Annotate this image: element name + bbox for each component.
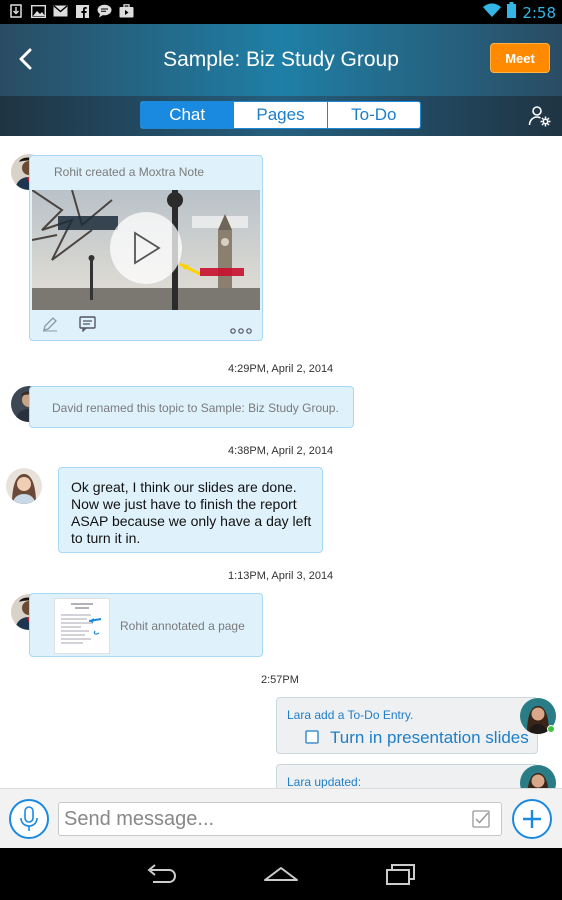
message-text: Ok great, I think our slides are done. N… xyxy=(71,479,312,546)
message-composer: Send message... xyxy=(0,788,562,848)
download-icon xyxy=(8,3,24,19)
app-header: Sample: Biz Study Group Meet xyxy=(0,24,562,96)
play-button[interactable] xyxy=(110,212,182,284)
todo-item-text: Turn in presentation slides xyxy=(330,728,529,747)
page-title: Sample: Biz Study Group xyxy=(163,48,399,71)
update-card[interactable]: Lara updated: xyxy=(276,764,538,788)
plus-icon xyxy=(523,810,541,828)
nav-back-icon xyxy=(147,864,177,883)
chat-icon xyxy=(96,3,112,19)
note-card-text: Rohit created a Moxtra Note xyxy=(54,165,205,179)
nav-recents-icon xyxy=(386,864,415,885)
todo-checkbox[interactable] xyxy=(305,730,319,749)
avatar-lara-photo[interactable] xyxy=(520,765,556,788)
nav-back-button[interactable] xyxy=(143,862,179,886)
message-input-placeholder: Send message... xyxy=(64,807,215,830)
todo-check-icon[interactable] xyxy=(471,809,491,835)
gmail-icon xyxy=(52,3,68,19)
comment-icon[interactable] xyxy=(79,316,96,337)
members-settings-button[interactable] xyxy=(528,104,552,128)
todo-card-header: Lara add a To-Do Entry. xyxy=(287,708,414,722)
status-bar: 2:58 xyxy=(0,0,562,24)
nav-home-button[interactable] xyxy=(263,862,299,886)
chat-feed[interactable]: Rohit created a Moxtra Note 4:29PM, Apri… xyxy=(0,136,562,788)
annotation-text: Rohit annotated a page xyxy=(120,619,245,633)
timestamp: 4:38PM, April 2, 2014 xyxy=(228,445,334,457)
annotation-card[interactable]: Rohit annotated a page xyxy=(29,593,263,657)
update-card-header: Lara updated: xyxy=(287,775,362,788)
tab-todo[interactable]: To-Do xyxy=(328,102,420,128)
notification-icons xyxy=(8,3,134,19)
rename-notice-text: David renamed this topic to Sample: Biz … xyxy=(52,401,339,415)
battery-icon xyxy=(507,2,517,23)
user-gear-icon xyxy=(528,106,551,127)
timestamp: 4:29PM, April 2, 2014 xyxy=(228,363,334,375)
todo-card[interactable]: Lara add a To-Do Entry. Turn in presenta… xyxy=(276,697,538,754)
avatar-lara[interactable] xyxy=(6,468,42,504)
note-thumbnail[interactable] xyxy=(32,190,260,310)
add-button[interactable] xyxy=(512,799,552,839)
briefcase-icon xyxy=(118,3,134,19)
annotated-page-image xyxy=(61,603,102,644)
note-card[interactable]: Rohit created a Moxtra Note xyxy=(29,155,263,341)
timestamp: 1:13PM, April 3, 2014 xyxy=(228,570,334,582)
nav-recents-button[interactable] xyxy=(383,862,419,886)
voice-button[interactable] xyxy=(9,799,49,839)
rename-notice[interactable]: David renamed this topic to Sample: Biz … xyxy=(29,386,354,428)
tab-chat[interactable]: Chat xyxy=(141,102,235,128)
note-toolbar xyxy=(30,312,262,342)
tab-pages[interactable]: Pages xyxy=(234,102,328,128)
wifi-icon xyxy=(483,3,502,22)
message-input[interactable]: Send message... xyxy=(58,802,502,836)
meet-button[interactable]: Meet xyxy=(490,43,550,73)
microphone-icon xyxy=(20,806,38,831)
tab-bar: Chat Pages To-Do xyxy=(0,96,562,136)
system-nav-bar xyxy=(0,848,562,900)
nav-home-icon xyxy=(264,867,298,881)
tab-group: Chat Pages To-Do xyxy=(140,101,421,129)
timestamp: 2:57PM xyxy=(261,674,299,686)
system-status: 2:58 xyxy=(483,2,556,23)
clock: 2:58 xyxy=(522,3,556,22)
image-icon xyxy=(30,3,46,19)
edit-icon[interactable] xyxy=(42,316,58,337)
page-thumbnail[interactable] xyxy=(54,598,110,654)
more-options-icon[interactable] xyxy=(230,321,252,339)
facebook-icon xyxy=(74,3,90,19)
message-bubble[interactable]: Ok great, I think our slides are done. N… xyxy=(58,467,323,553)
online-indicator xyxy=(547,725,555,733)
play-icon xyxy=(134,231,161,265)
